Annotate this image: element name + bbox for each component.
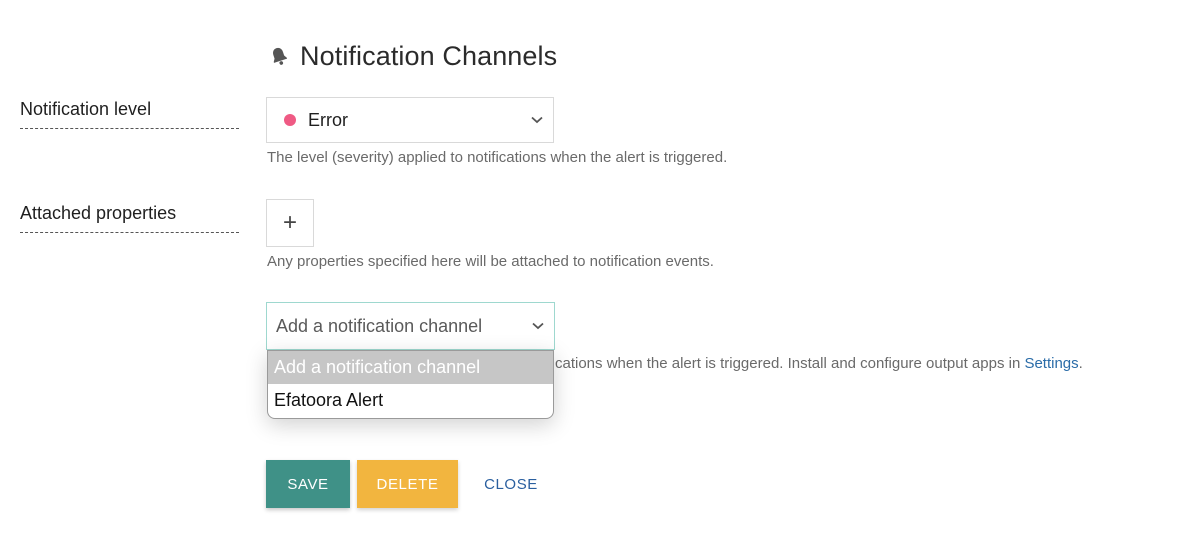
notification-level-help: The level (severity) applied to notifica… [267, 149, 728, 166]
chevron-down-icon [532, 322, 544, 330]
chevron-down-icon [531, 116, 543, 124]
notification-channel-dropdown: Add a notification channel Efatoora Aler… [267, 350, 554, 419]
page-title: Notification Channels [300, 40, 558, 71]
channel-help-end: . [1078, 355, 1083, 372]
dropdown-option[interactable]: Efatoora Alert [268, 384, 553, 417]
save-button[interactable]: SAVE [266, 460, 350, 508]
error-status-dot [284, 114, 296, 126]
delete-button[interactable]: DELETE [357, 460, 458, 508]
notification-level-select[interactable]: Error [266, 97, 554, 143]
notification-level-value: Error [308, 109, 348, 130]
attached-properties-help: Any properties specified here will be at… [267, 253, 714, 270]
channel-help-text: cations when the alert is triggered. Ins… [555, 355, 1025, 372]
plus-icon: + [282, 209, 297, 236]
dropdown-option[interactable]: Add a notification channel [268, 351, 553, 384]
bell-icon [268, 45, 290, 67]
section-header: Notification Channels [268, 36, 557, 76]
notification-channel-placeholder: Add a notification channel [276, 315, 483, 336]
close-button[interactable]: CLOSE [472, 460, 550, 508]
settings-link[interactable]: Settings [1024, 355, 1078, 372]
notification-channel-select[interactable]: Add a notification channel [266, 302, 555, 350]
notification-channel-help: cations when the alert is triggered. Ins… [555, 355, 1083, 372]
attached-properties-label: Attached properties [20, 203, 239, 233]
add-property-button[interactable]: + [266, 199, 314, 247]
notification-level-label: Notification level [20, 99, 239, 129]
